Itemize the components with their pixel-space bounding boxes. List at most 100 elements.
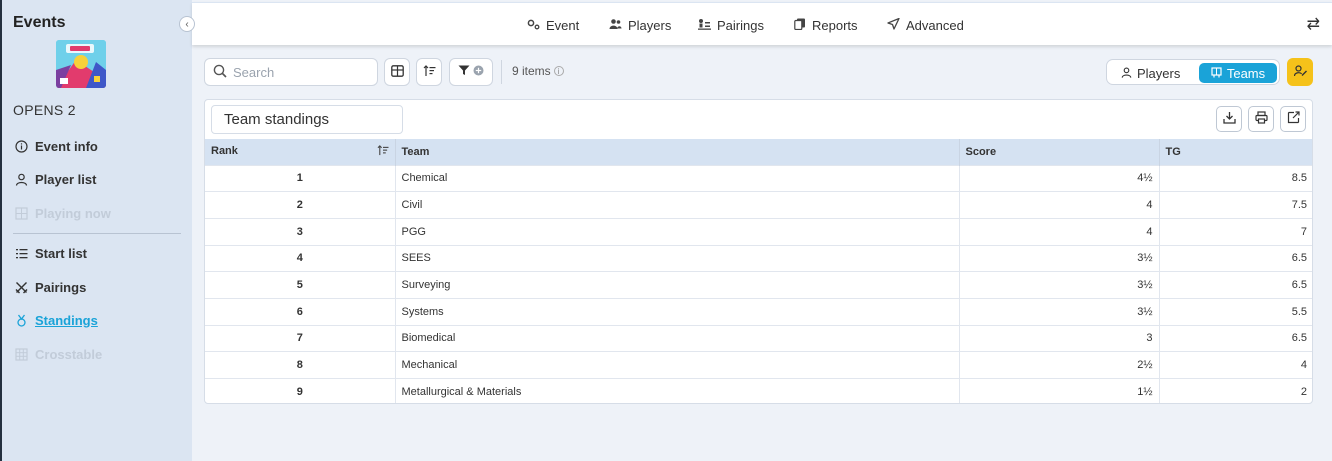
table-row[interactable]: 5 Surveying 3½ 6.5: [205, 271, 1312, 299]
filter-icon: [458, 65, 470, 79]
sidebar-item-label: Player list: [35, 171, 97, 187]
nav-label: Players: [628, 17, 672, 33]
cell-tg: 7: [1159, 217, 1312, 246]
add-circle-icon: [473, 65, 484, 79]
cell-score: 2½: [959, 351, 1160, 379]
cell-team: PGG: [395, 217, 960, 246]
table-header-row: Rank Team Score TG: [205, 139, 1312, 165]
nav-advanced[interactable]: Advanced: [887, 16, 964, 34]
items-count-label: 9 items: [512, 64, 551, 78]
cell-tg: 2: [1159, 378, 1312, 403]
table-row[interactable]: 8 Mechanical 2½ 4: [205, 351, 1312, 379]
cell-score: 4: [959, 217, 1160, 246]
sidebar-item-start-list[interactable]: Start list: [14, 243, 87, 263]
sidebar-item-label: Playing now: [35, 205, 111, 221]
nav-reports[interactable]: Reports: [794, 16, 858, 34]
cell-score: 3½: [959, 244, 1160, 272]
standings-panel: Team standings Rank Team Score TG 1 Chem…: [204, 99, 1313, 404]
gears-icon: [527, 18, 540, 33]
table-view-icon: [390, 64, 404, 80]
sort-icon[interactable]: [377, 144, 389, 159]
swap-icon[interactable]: ⇄: [1307, 14, 1320, 34]
columns-button[interactable]: [384, 58, 410, 86]
sidebar-item-pairings[interactable]: Pairings: [14, 277, 86, 297]
cell-rank: 9: [205, 378, 396, 403]
toggle-teams-label: Teams: [1226, 65, 1266, 81]
user-icon: [1121, 66, 1132, 81]
nav-players[interactable]: Players: [609, 16, 671, 34]
cell-tg: 7.5: [1159, 191, 1312, 219]
filter-button[interactable]: [449, 58, 493, 86]
user-icon: [14, 172, 28, 186]
cell-team: SEES: [395, 244, 960, 272]
table-row[interactable]: 4 SEES 3½ 6.5: [205, 244, 1312, 272]
sidebar-item-event-info[interactable]: Event info: [14, 136, 98, 156]
cell-team: Civil: [395, 191, 960, 219]
print-button[interactable]: [1248, 106, 1274, 132]
nav-event[interactable]: Event: [527, 16, 579, 34]
panel-title: Team standings: [211, 105, 403, 134]
nav-label: Reports: [812, 17, 858, 33]
sidebar-item-playing-now: Playing now: [14, 203, 111, 223]
column-header-score[interactable]: Score: [959, 139, 1160, 165]
column-header-tg[interactable]: TG: [1159, 139, 1312, 165]
cell-team: Chemical: [395, 164, 960, 192]
cell-score: 3½: [959, 271, 1160, 299]
copy-icon: [794, 18, 806, 33]
edit-user-button[interactable]: [1287, 58, 1313, 86]
cell-team: Mechanical: [395, 351, 960, 379]
event-name: OPENS 2: [13, 102, 76, 118]
send-icon: [887, 17, 900, 33]
info-icon[interactable]: i: [553, 66, 564, 76]
toggle-teams[interactable]: Teams: [1199, 63, 1277, 83]
cell-tg: 5.5: [1159, 297, 1312, 326]
event-logo: [56, 40, 106, 88]
sidebar-item-label: Pairings: [35, 279, 87, 295]
cell-score: 1½: [959, 378, 1160, 403]
table-row[interactable]: 2 Civil 4 7.5: [205, 191, 1312, 219]
cell-tg: 6.5: [1159, 244, 1312, 272]
table-row[interactable]: 6 Systems 3½ 5.5: [205, 297, 1312, 326]
chevron-left-icon: ‹: [185, 18, 189, 30]
nav-pairings[interactable]: Pairings: [698, 16, 764, 34]
medal-icon: [14, 313, 28, 327]
table-row[interactable]: 1 Chemical 4½ 8.5: [205, 164, 1312, 192]
table-row[interactable]: 9 Metallurgical & Materials 1½ 2: [205, 378, 1312, 403]
sort-icon: [423, 64, 436, 80]
table-row[interactable]: 3 PGG 4 7: [205, 217, 1312, 246]
nav-label: Advanced: [906, 17, 964, 33]
download-icon: [1222, 111, 1236, 127]
cell-team: Metallurgical & Materials: [395, 378, 960, 403]
cell-rank: 2: [205, 191, 396, 219]
cell-tg: 8.5: [1159, 164, 1312, 192]
cell-score: 4: [959, 191, 1160, 219]
sidebar-item-label: Standings: [35, 312, 98, 328]
print-icon: [1254, 111, 1268, 127]
sort-button[interactable]: [416, 58, 442, 86]
toggle-players[interactable]: Players: [1111, 63, 1190, 83]
search-input[interactable]: [233, 64, 373, 80]
cell-tg: 4: [1159, 351, 1312, 379]
table-icon: [14, 347, 28, 361]
column-header-rank[interactable]: Rank: [205, 139, 396, 165]
cell-tg: 6.5: [1159, 271, 1312, 299]
cell-rank: 7: [205, 324, 396, 352]
search-icon: [213, 64, 227, 81]
cell-rank: 8: [205, 351, 396, 379]
sidebar-item-crosstable: Crosstable: [14, 344, 102, 364]
download-button[interactable]: [1216, 106, 1242, 132]
sidebar-item-player-list[interactable]: Player list: [14, 169, 96, 189]
share-icon: [1287, 111, 1300, 127]
cell-team: Systems: [395, 297, 960, 326]
cell-tg: 6.5: [1159, 324, 1312, 352]
share-button[interactable]: [1280, 106, 1306, 132]
table-row[interactable]: 7 Biomedical 3 6.5: [205, 324, 1312, 352]
users-icon: [609, 18, 622, 33]
cell-rank: 1: [205, 164, 396, 192]
column-header-team[interactable]: Team: [395, 139, 960, 165]
cell-score: 3½: [959, 297, 1160, 326]
sidebar-item-standings[interactable]: Standings: [14, 310, 98, 330]
teams-icon: [1211, 66, 1222, 81]
sidebar-collapse-button[interactable]: ‹: [179, 16, 195, 32]
items-count: 9 items i: [512, 64, 564, 78]
